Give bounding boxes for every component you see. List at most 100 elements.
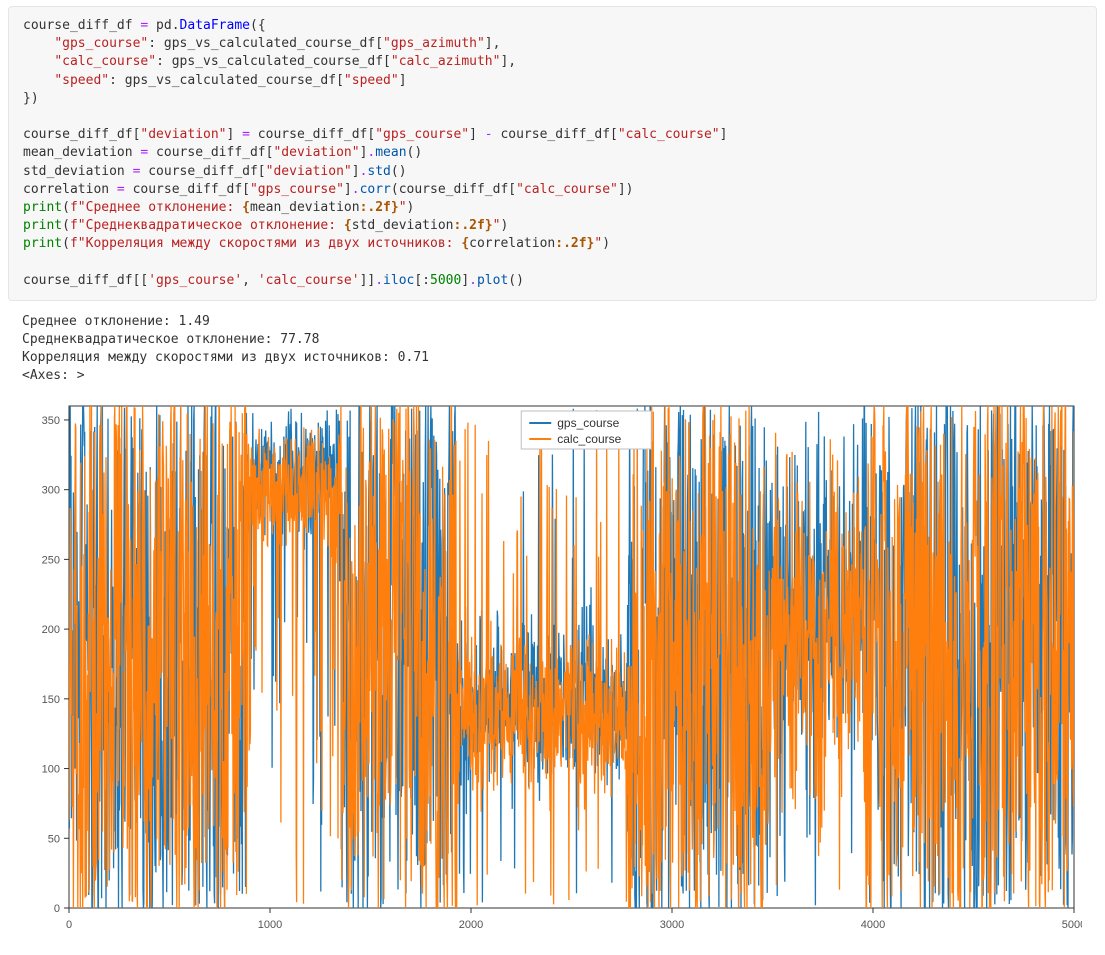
code-token: std_deviation [23,164,133,179]
code-token: (course_diff_df[ [391,182,516,197]
code-token: "calc_course" [54,54,156,69]
code-token: corr [360,182,391,197]
code-token: DataFrame [180,18,250,33]
code-token: "gps_course" [54,36,148,51]
code-token: = [242,127,250,142]
x-tick-label: 4000 [861,919,885,931]
x-tick-label: 5000 [1062,919,1082,931]
code-token: course_diff_df[[ [23,273,148,288]
y-tick-label: 350 [42,415,60,427]
chart-output: 0 50 100 150 200 250 300 350 0 1000 2000 3000 4000 50… [14,398,1082,943]
code-token: ] [227,127,243,142]
code-token: "calc_course" [618,127,720,142]
code-token: course_diff_df[ [125,182,250,197]
line-chart: 0 50 100 150 200 250 300 350 0 1000 2000 3000 4000 50… [14,398,1082,943]
legend-label: gps_course [557,416,619,430]
code-token: plot [477,273,508,288]
code-token: f"Корреляция между скоростями из двух ис… [70,236,461,251]
code-token: print [23,218,62,233]
output-line: Среднеквадратическое отклонение: 77.78 [22,332,319,347]
code-token [23,36,54,51]
code-token: ) [500,218,508,233]
y-tick-label: 0 [54,903,60,915]
code-cell[interactable]: course_diff_df = pd.DataFrame({ "gps_cou… [8,6,1097,301]
code-token: ]) [618,182,634,197]
code-token: ( [62,218,70,233]
code-token: iloc [383,273,414,288]
code-token: [: [414,273,430,288]
x-tick-label: 0 [66,919,72,931]
code-token: course_diff_df[ [140,164,265,179]
code-token [23,73,54,88]
code-token: () [407,145,423,160]
code-token: course_diff_df[ [250,127,375,142]
code-token: } [485,218,493,233]
code-token: , [242,273,258,288]
code-token: .2f [461,218,484,233]
code-token: std_deviation [352,218,454,233]
code-token: { [242,200,250,215]
x-tick-label: 1000 [258,919,282,931]
code-token: () [508,273,524,288]
code-token: 'gps_course' [148,273,242,288]
code-token: "calc_course" [516,182,618,197]
output-cell: Среднее отклонение: 1.49 Среднеквадратич… [8,307,1097,390]
code-token: . [375,273,383,288]
code-token: mean [375,145,406,160]
code-token: "gps_course" [375,127,469,142]
y-tick-label: 200 [42,624,60,636]
code-token: ] [469,127,485,142]
y-tick-label: 100 [42,763,60,775]
code-token: { [344,218,352,233]
code-token: mean_deviation [250,200,360,215]
code-token: : gps_vs_calculated_course_df[ [156,54,391,69]
code-token: ], [485,36,501,51]
legend-label: calc_course [557,432,621,446]
y-tick-label: 250 [42,554,60,566]
code-token: course_diff_df [23,18,140,33]
y-tick-label: 50 [48,833,60,845]
code-token: .2f [367,200,390,215]
code-token: ] [344,182,352,197]
code-token: pd. [148,18,179,33]
code-token: () [391,164,407,179]
code-token: .2f [563,236,586,251]
code-token: print [23,236,62,251]
code-token: course_diff_df[ [148,145,273,160]
code-token: "calc_azimuth" [391,54,501,69]
code-token: mean_deviation [23,145,140,160]
code-token: "deviation" [273,145,359,160]
x-tick-label: 3000 [660,919,684,931]
code-token: " [399,200,407,215]
series-calc-course [69,406,1074,908]
code-token: ], [500,54,516,69]
code-token: course_diff_df[ [23,127,140,142]
code-token: ) [407,200,415,215]
code-token: f"Среднеквадратическое отклонение: [70,218,344,233]
code-token: : gps_vs_calculated_course_df[ [109,73,344,88]
code-token: . [352,182,360,197]
code-token: std [367,164,390,179]
code-token: correlation [469,236,555,251]
code-token: } [391,200,399,215]
output-line: Среднее отклонение: 1.49 [22,314,210,329]
code-token: { [461,236,469,251]
code-token: ] [399,73,407,88]
code-token: "gps_course" [250,182,344,197]
code-token [23,54,54,69]
code-token: ]] [360,273,376,288]
code-token: f"Среднее отклонение: [70,200,242,215]
code-token: ({ [250,18,266,33]
code-token: ] [720,127,728,142]
y-tick-label: 150 [42,693,60,705]
y-tick-label: 300 [42,484,60,496]
x-tick-label: 2000 [459,919,483,931]
code-token: course_diff_df[ [493,127,618,142]
code-token: "gps_azimuth" [383,36,485,51]
code-token: ( [62,236,70,251]
code-token: : gps_vs_calculated_course_df[ [148,36,383,51]
code-token: }) [23,91,39,106]
code-token: 5000 [430,273,461,288]
code-token: "deviation" [140,127,226,142]
code-token: - [485,127,493,142]
